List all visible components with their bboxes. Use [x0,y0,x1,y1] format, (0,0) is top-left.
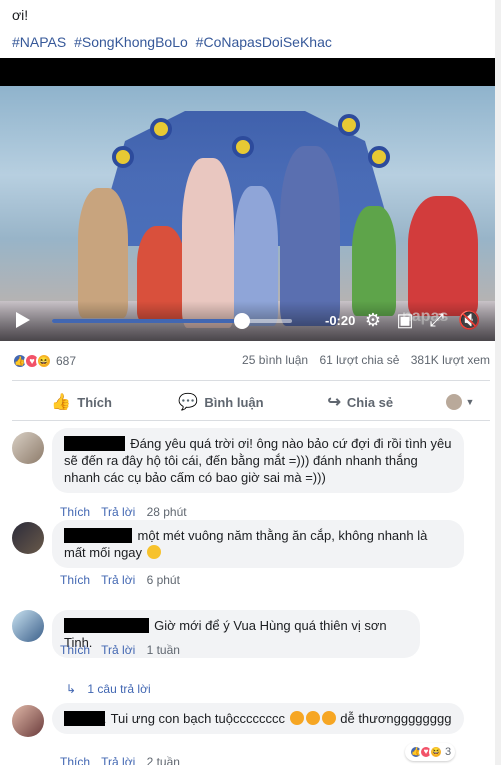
comment-time[interactable]: 2 tuần [147,755,180,765]
hashtag-conapasdoisekhac[interactable]: #CoNapasDoiSeKhac [196,34,332,50]
avatar[interactable] [12,522,44,554]
reply-arrow-icon: ↳ [66,682,77,696]
actor-turtle-costume [352,206,396,316]
avatar[interactable] [12,610,44,642]
gold-disc-decoration [232,136,254,158]
like-button[interactable]: 👍 Thích [12,392,151,412]
comment-reply-link[interactable]: Trả lời [101,643,135,657]
haha-reaction-icon: 😆 [36,353,52,369]
comment-like-link[interactable]: Thích [60,643,90,657]
view-count: 381K lượt xem [410,353,490,367]
share-button-label: Chia sẻ [346,394,394,410]
comment-reply-link[interactable]: Trả lời [101,755,135,765]
comment-like-link[interactable]: Thích [60,755,90,765]
reactions-summary[interactable]: 👍 ♥ 😆 687 [12,353,76,369]
comment-like-link[interactable]: Thích [60,573,90,587]
comment-reactions[interactable]: 👍 ♥ 😆 3 [405,743,456,761]
scrollbar[interactable] [495,0,501,765]
fullscreen-icon[interactable]: ⤢ [426,309,448,331]
post-as-selector[interactable]: ▼ [430,394,490,410]
gold-disc-decoration [112,146,134,168]
video-player[interactable]: napas -0:20 ⚙ ▣ ⤢ 🔇 [0,58,501,341]
actor-crab-costume [408,196,478,316]
comment-time[interactable]: 6 phút [147,573,180,587]
kiss-emoji-icon [321,711,336,725]
time-remaining: -0:20 [325,313,356,328]
comment-text-continued: dễ thươngggggggg [340,711,452,726]
comment-meta: Thích Trả lời 2 tuần [60,755,188,765]
gold-disc-decoration [338,114,360,136]
actor-king [280,146,340,326]
picture-in-picture-icon[interactable]: ▣ [394,309,416,331]
comment-reply-link[interactable]: Trả lời [101,573,135,587]
avatar[interactable] [12,705,44,737]
like-button-label: Thích [77,394,112,410]
actor-left [78,188,128,318]
haha-reaction-icon: 😆 [429,745,443,759]
comment-meta: Thích Trả lời 28 phút [60,505,195,519]
post-caption: ơi! #NAPAS #SongKhongBoLo #CoNapasDoiSeK… [12,0,492,50]
comment-author[interactable]: Quân Nguyễn [64,618,149,633]
comment-like-link[interactable]: Thích [60,505,90,519]
kiss-emoji-icon [289,711,304,725]
replies-count: 1 câu trả lời [87,682,151,696]
comment-bubble: Vũ Nguyễn một mét vuông năm thằng ăn cắp… [52,520,464,568]
share-count[interactable]: 61 lượt chia sẻ [319,353,399,367]
comment-meta: Thích Trả lời 6 phút [60,573,188,587]
hashtag-napas[interactable]: #NAPAS [12,34,66,50]
settings-gear-icon[interactable]: ⚙ [362,309,384,331]
post-text: ơi! [12,7,29,23]
comment-count[interactable]: 25 bình luận [242,353,308,367]
play-icon[interactable] [16,312,30,328]
gold-disc-decoration [150,118,172,140]
engagement-counts: 25 bình luận 61 lượt chia sẻ 381K lượt x… [234,353,490,367]
post-stats: 👍 ♥ 😆 687 25 bình luận 61 lượt chia sẻ 3… [12,350,490,372]
divider [12,420,490,421]
comment-text: Tui ưng con bạch tuộcccccccc [110,711,285,726]
chevron-down-icon: ▼ [465,397,475,407]
comment-reaction-count: 3 [445,746,452,758]
kiss-emoji-icon [305,711,320,725]
hashtag-songkhongbolo[interactable]: #SongKhongBoLo [74,34,188,50]
reaction-count: 687 [56,354,77,368]
view-replies-link[interactable]: ↳ 1 câu trả lời [66,682,151,696]
video-progress-bar[interactable] [52,313,292,329]
comment-time[interactable]: 1 tuần [147,643,180,657]
comment-time[interactable]: 28 phút [147,505,187,519]
post-actions: 👍 Thích 💬 Bình luận ↪ Chia sẻ ▼ [12,384,490,420]
comment-button-label: Bình luận [204,394,264,410]
divider [12,380,490,381]
comment-bubble: Tú Quỳnh Đáng yêu quá trời ơi! ông nào b… [52,428,464,493]
avatar[interactable] [12,432,44,464]
comment-meta: Thích Trả lời 1 tuần [60,643,188,657]
mute-icon[interactable]: 🔇 [458,309,480,331]
thumbs-up-icon: 👍 [51,394,72,411]
progress-scrubber[interactable] [233,313,250,329]
comment-author[interactable]: Vũ Nguyễn [64,528,132,543]
speech-bubble-icon: 💬 [178,394,199,411]
comment-bubble: Pin Gà Tui ưng con bạch tuộcccccccc dễ t… [52,703,464,734]
comment-author[interactable]: Tú Quỳnh [64,436,125,451]
video-controls: -0:20 ⚙ ▣ ⤢ 🔇 [0,301,501,341]
avatar [445,394,462,410]
hashtags: #NAPAS #SongKhongBoLo #CoNapasDoiSeKhac [12,34,492,50]
comment-author[interactable]: Pin Gà [64,711,106,726]
gold-disc-decoration [368,146,390,168]
share-button[interactable]: ↪ Chia sẻ [291,392,430,412]
smile-emoji-icon [146,545,161,559]
comment-button[interactable]: 💬 Bình luận [151,392,290,412]
progress-fill [52,319,242,323]
comment-reply-link[interactable]: Trả lời [101,505,135,519]
share-arrow-icon: ↪ [327,394,341,411]
